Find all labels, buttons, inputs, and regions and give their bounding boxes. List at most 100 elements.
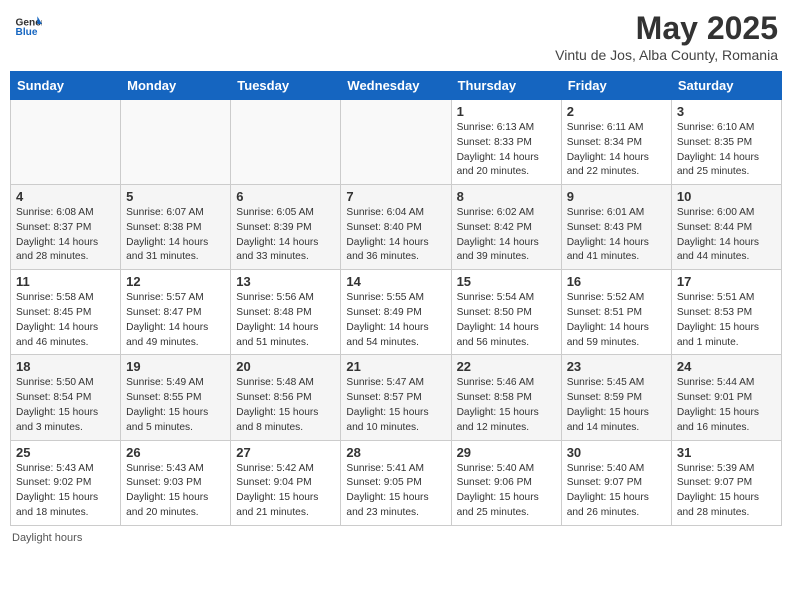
day-number: 18 — [16, 359, 115, 374]
calendar-week-4: 18 Sunrise: 5:50 AM Sunset: 8:54 PM Dayli… — [11, 355, 782, 440]
calendar-cell: 20Sunrise: 5:48 AM Sunset: 8:56 PM Dayli… — [231, 355, 341, 440]
day-info: Sunrise: 5:50 AM Sunset: 8:54 PM Dayligh… — [16, 376, 115, 435]
title-block: May 2025 Vintu de Jos, Alba County, Roma… — [555, 10, 778, 63]
day-info: Sunrise: 5:43 AM Sunset: 9:03 PM Dayligh… — [126, 462, 225, 521]
day-number: 8 — [457, 189, 556, 204]
day-info: Sunrise: 5:58 AM Sunset: 8:45 PM Dayligh… — [16, 291, 115, 350]
day-number: 4 — [16, 189, 115, 204]
col-header-sunday: Sunday — [11, 72, 121, 100]
col-header-friday: Friday — [561, 72, 671, 100]
day-info: Sunrise: 5:51 AM Sunset: 8:53 PM Dayligh… — [677, 291, 776, 350]
calendar-cell: 16 Sunrise: 5:52 AM Sunset: 8:51 PM Dayli… — [561, 270, 671, 355]
calendar-cell: 7 Sunrise: 6:04 AM Sunset: 8:40 PM Daylig… — [341, 185, 451, 270]
calendar-cell: 10 Sunrise: 6:00 AM Sunset: 8:44 PM Dayli… — [671, 185, 781, 270]
calendar-week-2: 4 Sunrise: 6:08 AM Sunset: 8:37 PM Daylig… — [11, 185, 782, 270]
calendar-cell: 22 Sunrise: 5:46 AM Sunset: 8:58 PM Dayli… — [451, 355, 561, 440]
calendar-cell: 15 Sunrise: 5:54 AM Sunset: 8:50 PM Dayli… — [451, 270, 561, 355]
day-number: 17 — [677, 274, 776, 289]
calendar-cell: 12 Sunrise: 5:57 AM Sunset: 8:47 PM Dayli… — [121, 270, 231, 355]
day-info: Sunrise: 5:56 AM Sunset: 8:48 PM Dayligh… — [236, 291, 335, 350]
day-info: Sunrise: 5:52 AM Sunset: 8:51 PM Dayligh… — [567, 291, 666, 350]
day-info: Sunrise: 5:45 AM Sunset: 8:59 PM Dayligh… — [567, 376, 666, 435]
day-info: Sunrise: 6:04 AM Sunset: 8:40 PM Dayligh… — [346, 206, 445, 265]
day-info: Sunrise: 6:08 AM Sunset: 8:37 PM Dayligh… — [16, 206, 115, 265]
day-number: 25 — [16, 445, 115, 460]
calendar-cell: 25 Sunrise: 5:43 AM Sunset: 9:02 PM Dayli… — [11, 440, 121, 525]
calendar-cell: 24Sunrise: 5:44 AM Sunset: 9:01 PM Dayli… — [671, 355, 781, 440]
day-number: 22 — [457, 359, 556, 374]
day-number: 6 — [236, 189, 335, 204]
calendar-cell: 8Sunrise: 6:02 AM Sunset: 8:42 PM Daylig… — [451, 185, 561, 270]
calendar-cell — [11, 100, 121, 185]
calendar-cell — [341, 100, 451, 185]
calendar-cell: 31Sunrise: 5:39 AM Sunset: 9:07 PM Dayli… — [671, 440, 781, 525]
col-header-thursday: Thursday — [451, 72, 561, 100]
day-info: Sunrise: 6:10 AM Sunset: 8:35 PM Dayligh… — [677, 121, 776, 180]
calendar-week-1: 1Sunrise: 6:13 AM Sunset: 8:33 PM Daylig… — [11, 100, 782, 185]
day-number: 14 — [346, 274, 445, 289]
calendar-cell: 13 Sunrise: 5:56 AM Sunset: 8:48 PM Dayli… — [231, 270, 341, 355]
location: Vintu de Jos, Alba County, Romania — [555, 47, 778, 63]
day-info: Sunrise: 6:01 AM Sunset: 8:43 PM Dayligh… — [567, 206, 666, 265]
footer-note: Daylight hours — [10, 532, 782, 544]
day-number: 7 — [346, 189, 445, 204]
calendar-cell: 18 Sunrise: 5:50 AM Sunset: 8:54 PM Dayli… — [11, 355, 121, 440]
col-header-monday: Monday — [121, 72, 231, 100]
day-info: Sunrise: 5:54 AM Sunset: 8:50 PM Dayligh… — [457, 291, 556, 350]
day-info: Sunrise: 6:11 AM Sunset: 8:34 PM Dayligh… — [567, 121, 666, 180]
calendar-cell: 9 Sunrise: 6:01 AM Sunset: 8:43 PM Daylig… — [561, 185, 671, 270]
day-number: 5 — [126, 189, 225, 204]
calendar-cell: 14 Sunrise: 5:55 AM Sunset: 8:49 PM Dayli… — [341, 270, 451, 355]
calendar-cell: 29 Sunrise: 5:40 AM Sunset: 9:06 PM Dayli… — [451, 440, 561, 525]
day-info: Sunrise: 6:05 AM Sunset: 8:39 PM Dayligh… — [236, 206, 335, 265]
calendar-cell: 30Sunrise: 5:40 AM Sunset: 9:07 PM Dayli… — [561, 440, 671, 525]
day-number: 28 — [346, 445, 445, 460]
calendar-cell: 17 Sunrise: 5:51 AM Sunset: 8:53 PM Dayli… — [671, 270, 781, 355]
calendar-cell: 3Sunrise: 6:10 AM Sunset: 8:35 PM Daylig… — [671, 100, 781, 185]
calendar-cell: 19Sunrise: 5:49 AM Sunset: 8:55 PM Dayli… — [121, 355, 231, 440]
calendar-cell: 5Sunrise: 6:07 AM Sunset: 8:38 PM Daylig… — [121, 185, 231, 270]
logo: General Blue — [14, 10, 42, 38]
day-info: Sunrise: 5:42 AM Sunset: 9:04 PM Dayligh… — [236, 462, 335, 521]
day-number: 16 — [567, 274, 666, 289]
day-info: Sunrise: 5:55 AM Sunset: 8:49 PM Dayligh… — [346, 291, 445, 350]
calendar-header-row: SundayMondayTuesdayWednesdayThursdayFrid… — [11, 72, 782, 100]
page-header: General Blue May 2025 Vintu de Jos, Alba… — [10, 10, 782, 63]
calendar-week-5: 25 Sunrise: 5:43 AM Sunset: 9:02 PM Dayli… — [11, 440, 782, 525]
month-title: May 2025 — [555, 10, 778, 47]
day-number: 29 — [457, 445, 556, 460]
day-number: 15 — [457, 274, 556, 289]
calendar-cell: 6 Sunrise: 6:05 AM Sunset: 8:39 PM Daylig… — [231, 185, 341, 270]
svg-text:Blue: Blue — [16, 27, 38, 38]
day-info: Sunrise: 5:43 AM Sunset: 9:02 PM Dayligh… — [16, 462, 115, 521]
day-number: 11 — [16, 274, 115, 289]
calendar-cell: 1Sunrise: 6:13 AM Sunset: 8:33 PM Daylig… — [451, 100, 561, 185]
col-header-tuesday: Tuesday — [231, 72, 341, 100]
day-number: 13 — [236, 274, 335, 289]
day-info: Sunrise: 5:48 AM Sunset: 8:56 PM Dayligh… — [236, 376, 335, 435]
calendar-cell: 4 Sunrise: 6:08 AM Sunset: 8:37 PM Daylig… — [11, 185, 121, 270]
day-info: Sunrise: 5:39 AM Sunset: 9:07 PM Dayligh… — [677, 462, 776, 521]
calendar-cell: 27Sunrise: 5:42 AM Sunset: 9:04 PM Dayli… — [231, 440, 341, 525]
day-number: 12 — [126, 274, 225, 289]
day-info: Sunrise: 6:00 AM Sunset: 8:44 PM Dayligh… — [677, 206, 776, 265]
day-number: 9 — [567, 189, 666, 204]
day-info: Sunrise: 5:40 AM Sunset: 9:06 PM Dayligh… — [457, 462, 556, 521]
day-info: Sunrise: 5:46 AM Sunset: 8:58 PM Dayligh… — [457, 376, 556, 435]
day-info: Sunrise: 5:44 AM Sunset: 9:01 PM Dayligh… — [677, 376, 776, 435]
day-number: 21 — [346, 359, 445, 374]
day-number: 23 — [567, 359, 666, 374]
day-number: 2 — [567, 104, 666, 119]
day-info: Sunrise: 5:49 AM Sunset: 8:55 PM Dayligh… — [126, 376, 225, 435]
day-number: 30 — [567, 445, 666, 460]
col-header-wednesday: Wednesday — [341, 72, 451, 100]
calendar-week-3: 11 Sunrise: 5:58 AM Sunset: 8:45 PM Dayli… — [11, 270, 782, 355]
logo-icon: General Blue — [14, 10, 42, 38]
day-info: Sunrise: 5:57 AM Sunset: 8:47 PM Dayligh… — [126, 291, 225, 350]
day-number: 10 — [677, 189, 776, 204]
col-header-saturday: Saturday — [671, 72, 781, 100]
day-number: 1 — [457, 104, 556, 119]
calendar-cell: 28Sunrise: 5:41 AM Sunset: 9:05 PM Dayli… — [341, 440, 451, 525]
calendar-cell: 11 Sunrise: 5:58 AM Sunset: 8:45 PM Dayli… — [11, 270, 121, 355]
day-number: 26 — [126, 445, 225, 460]
